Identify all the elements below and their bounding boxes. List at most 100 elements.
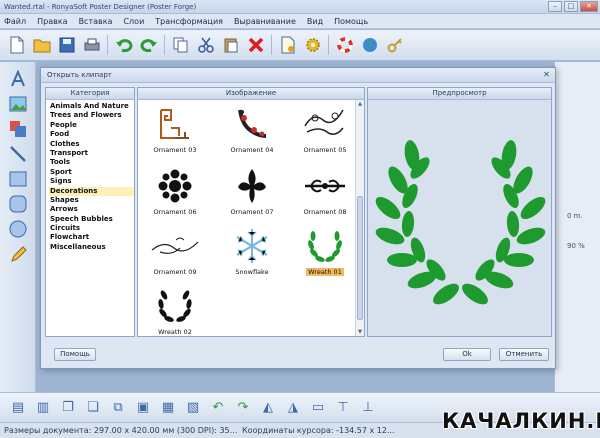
category-item[interactable]: Clothes [49, 140, 134, 149]
delete-icon[interactable] [245, 35, 266, 56]
category-item[interactable]: Transport [49, 149, 134, 158]
clipart-thumb[interactable]: Ornament 03 [140, 104, 210, 164]
document-settings-icon[interactable] [277, 35, 298, 56]
align-center-icon[interactable]: ▥ [33, 399, 53, 417]
bring-front-icon[interactable]: ❐ [58, 399, 78, 417]
clipart-thumb-selected[interactable]: Wreath 01 [290, 226, 360, 286]
print-icon[interactable] [81, 35, 102, 56]
key-icon[interactable] [384, 35, 405, 56]
clipart-thumb[interactable]: Ornament 05 [290, 104, 360, 164]
line-tool-icon[interactable] [7, 143, 29, 165]
scroll-up-icon[interactable]: ▲ [356, 100, 364, 108]
dialog-close-icon[interactable]: ✕ [541, 70, 552, 80]
category-item[interactable]: Sport [49, 168, 134, 177]
cut-icon[interactable] [195, 35, 216, 56]
category-item[interactable]: Circuits [49, 224, 134, 233]
align-bottom-icon[interactable]: ⊥ [358, 399, 378, 417]
gear-icon[interactable] [302, 35, 323, 56]
window-title: Wanted.rtal - RonyaSoft Poster Designer … [4, 2, 197, 11]
paste-icon[interactable] [220, 35, 241, 56]
layer-down-icon[interactable]: ▧ [183, 399, 203, 417]
menu-transform[interactable]: Трансформация [155, 17, 223, 26]
rotate-right-icon[interactable]: ↷ [233, 399, 253, 417]
category-item-selected[interactable]: Decorations [49, 186, 134, 196]
maximize-button[interactable]: □ [564, 1, 578, 12]
category-item[interactable]: Trees and Flowers [49, 111, 134, 120]
toolbar-separator [328, 35, 329, 55]
minimize-button[interactable]: – [548, 1, 562, 12]
ellipse-tool-icon[interactable] [7, 218, 29, 240]
image-tool-icon[interactable] [7, 93, 29, 115]
clipart-thumb[interactable]: Snowflake [217, 226, 287, 286]
image-header: Изображение [138, 88, 364, 100]
group-icon[interactable]: ⧉ [108, 399, 128, 417]
category-item[interactable]: Arrows [49, 205, 134, 214]
rotate-left-icon[interactable]: ↶ [208, 399, 228, 417]
watermark-text: КАЧАЛКИН.РУ [442, 409, 600, 433]
menu-view[interactable]: Вид [307, 17, 323, 26]
menu-help[interactable]: Помощь [334, 17, 368, 26]
rectangle-tool-icon[interactable] [7, 168, 29, 190]
redo-icon[interactable] [138, 35, 159, 56]
clipart-label: Wreath 02 [158, 328, 192, 336]
scroll-down-icon[interactable]: ▼ [356, 328, 364, 336]
clipart-thumb[interactable]: Wreath 02 [140, 286, 210, 346]
close-window-button[interactable]: ✕ [580, 1, 598, 12]
new-document-icon[interactable] [6, 35, 27, 56]
category-item[interactable]: Shapes [49, 196, 134, 205]
image-grid: Ornament 03 Ornament 04 Ornament 05 Orna… [138, 100, 364, 336]
globe-icon[interactable] [359, 35, 380, 56]
clipart-label: Ornament 09 [153, 268, 197, 276]
cancel-button[interactable]: Отменить [499, 348, 549, 361]
category-item[interactable]: Signs [49, 177, 134, 186]
align-left-icon[interactable]: ▤ [8, 399, 28, 417]
category-item[interactable]: People [49, 121, 134, 130]
menu-layers[interactable]: Слои [123, 17, 144, 26]
wreath-02-icon [158, 290, 192, 322]
image-scrollbar[interactable]: ▲ ▼ [355, 100, 364, 336]
clipart-label: Ornament 05 [303, 146, 347, 154]
flip-horizontal-icon[interactable]: ◭ [258, 399, 278, 417]
clipart-tool-icon[interactable] [7, 118, 29, 140]
menu-align[interactable]: Выравнивание [234, 17, 296, 26]
ungroup-icon[interactable]: ▣ [133, 399, 153, 417]
document-size-status: Размеры документа: 297.00 x 420.00 мм (3… [4, 426, 238, 435]
send-back-icon[interactable]: ❏ [83, 399, 103, 417]
dialog-title-bar: Открыть клипарт ✕ [41, 68, 555, 83]
pencil-tool-icon[interactable] [7, 243, 29, 265]
undo-icon[interactable] [113, 35, 134, 56]
menu-edit[interactable]: Правка [37, 17, 67, 26]
clipart-thumb[interactable]: Ornament 06 [140, 166, 210, 226]
text-tool-icon[interactable] [7, 68, 29, 90]
layer-up-icon[interactable]: ▦ [158, 399, 178, 417]
category-item[interactable]: Food [49, 130, 134, 139]
clipart-thumb[interactable]: Ornament 07 [217, 166, 287, 226]
category-item[interactable]: Animals And Nature [49, 102, 134, 111]
clipart-label: Ornament 04 [230, 146, 274, 154]
ok-button[interactable]: Ok [443, 348, 491, 361]
copy-icon[interactable] [170, 35, 191, 56]
flip-vertical-icon[interactable]: ◮ [283, 399, 303, 417]
scrollbar-thumb[interactable] [357, 196, 363, 320]
distribute-icon[interactable]: ▭ [308, 399, 328, 417]
help-button[interactable]: Помощь [54, 348, 96, 361]
open-folder-icon[interactable] [31, 35, 52, 56]
clipart-label: Snowflake [235, 268, 269, 276]
wreath-01-icon [308, 231, 342, 262]
menu-file[interactable]: Файл [4, 17, 26, 26]
rounded-rect-tool-icon[interactable] [7, 193, 29, 215]
ornament-03-icon [160, 109, 189, 139]
category-item[interactable]: Miscellaneous [49, 243, 134, 252]
category-item[interactable]: Tools [49, 158, 134, 167]
category-item[interactable]: Flowchart [49, 233, 134, 242]
ornament-05-icon [304, 109, 344, 135]
save-icon[interactable] [56, 35, 77, 56]
clipart-thumb[interactable]: Ornament 04 [217, 104, 287, 164]
menu-insert[interactable]: Вставка [79, 17, 113, 26]
category-header: Категория [46, 88, 134, 100]
category-item[interactable]: Speech Bubbles [49, 215, 134, 224]
clipart-thumb[interactable]: Ornament 09 [140, 226, 210, 286]
align-top-icon[interactable]: ⊤ [333, 399, 353, 417]
clipart-thumb[interactable]: Ornament 08 [290, 166, 360, 226]
lifebuoy-icon[interactable] [334, 35, 355, 56]
